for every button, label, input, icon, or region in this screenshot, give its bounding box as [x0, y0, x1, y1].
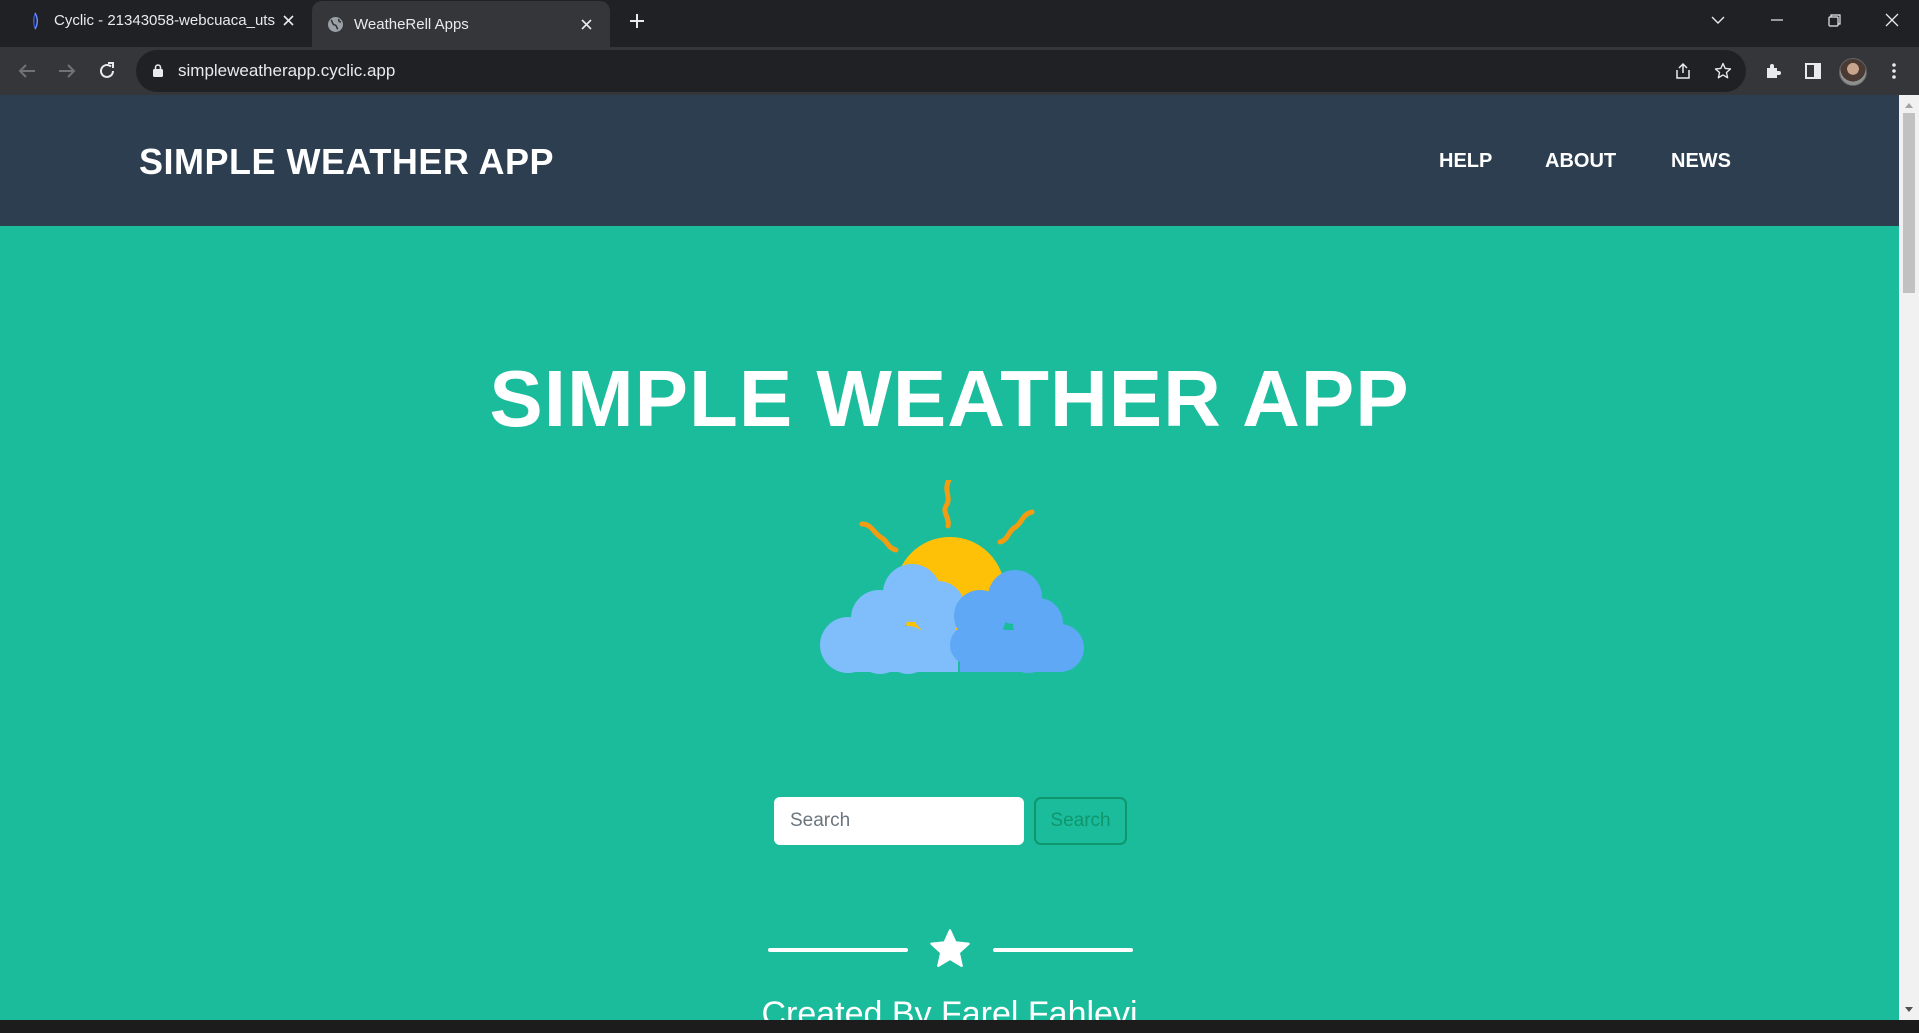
url-text[interactable]: simpleweatherapp.cyclic.app: [178, 61, 395, 81]
close-icon[interactable]: [278, 11, 298, 31]
credit-text: Created By Farel Fahlevi: [761, 995, 1138, 1020]
site-navbar: SIMPLE WEATHER APP HELP ABOUT NEWS: [0, 95, 1899, 226]
nav-link-help[interactable]: HELP: [1439, 150, 1492, 173]
new-tab-plus-icon[interactable]: [624, 8, 650, 34]
close-window-icon[interactable]: [1872, 6, 1912, 34]
extensions-puzzle-icon[interactable]: [1761, 59, 1785, 83]
profile-avatar[interactable]: [1839, 58, 1867, 86]
browser-toolbar: simpleweatherapp.cyclic.app: [0, 47, 1919, 95]
os-taskbar: [0, 1020, 1919, 1033]
restore-icon[interactable]: [1814, 6, 1854, 34]
address-bar[interactable]: simpleweatherapp.cyclic.app: [136, 50, 1746, 92]
nav-link-about[interactable]: ABOUT: [1545, 150, 1616, 173]
page-viewport: SIMPLE WEATHER APP HELP ABOUT NEWS SIMPL…: [0, 95, 1899, 1020]
globe-icon: [326, 15, 344, 33]
back-arrow-icon[interactable]: [13, 57, 41, 85]
forward-arrow-icon[interactable]: [53, 57, 81, 85]
page-scrollbar[interactable]: [1899, 95, 1919, 1020]
tab-cyclic[interactable]: Cyclic - 21343058-webcuaca_uts: [0, 0, 312, 41]
tab-weatherell[interactable]: WeatheRell Apps: [312, 1, 610, 47]
reload-icon[interactable]: [93, 57, 121, 85]
close-icon[interactable]: [576, 14, 596, 34]
lock-icon[interactable]: [153, 64, 163, 82]
kebab-menu-icon[interactable]: [1882, 59, 1906, 83]
bookmark-star-icon[interactable]: [1712, 60, 1734, 82]
scroll-down-arrow-icon[interactable]: [1904, 1004, 1914, 1014]
navbar-brand[interactable]: SIMPLE WEATHER APP: [139, 141, 554, 183]
search-input[interactable]: [774, 797, 1024, 845]
browser-tab-bar: Cyclic - 21343058-webcuaca_uts WeatheRel…: [0, 0, 1919, 47]
side-panel-icon[interactable]: [1801, 59, 1825, 83]
cyclic-logo-icon: [26, 11, 44, 30]
minimize-icon[interactable]: [1757, 6, 1797, 34]
masthead-title: SIMPLE WEATHER APP: [489, 354, 1410, 443]
sun-behind-clouds-icon: [820, 480, 1084, 674]
share-icon[interactable]: [1672, 60, 1694, 82]
scrollbar-thumb[interactable]: [1903, 113, 1915, 293]
star-icon: [930, 929, 970, 967]
scroll-up-arrow-icon[interactable]: [1904, 101, 1914, 111]
tab-title: Cyclic - 21343058-webcuaca_uts: [54, 12, 275, 29]
nav-link-news[interactable]: NEWS: [1671, 150, 1731, 173]
divider-line-right: [993, 948, 1133, 952]
tab-title: WeatheRell Apps: [354, 15, 469, 33]
divider-line-left: [768, 948, 908, 952]
search-button[interactable]: Search: [1034, 797, 1127, 845]
tab-search-chevron-icon[interactable]: [1698, 6, 1738, 34]
